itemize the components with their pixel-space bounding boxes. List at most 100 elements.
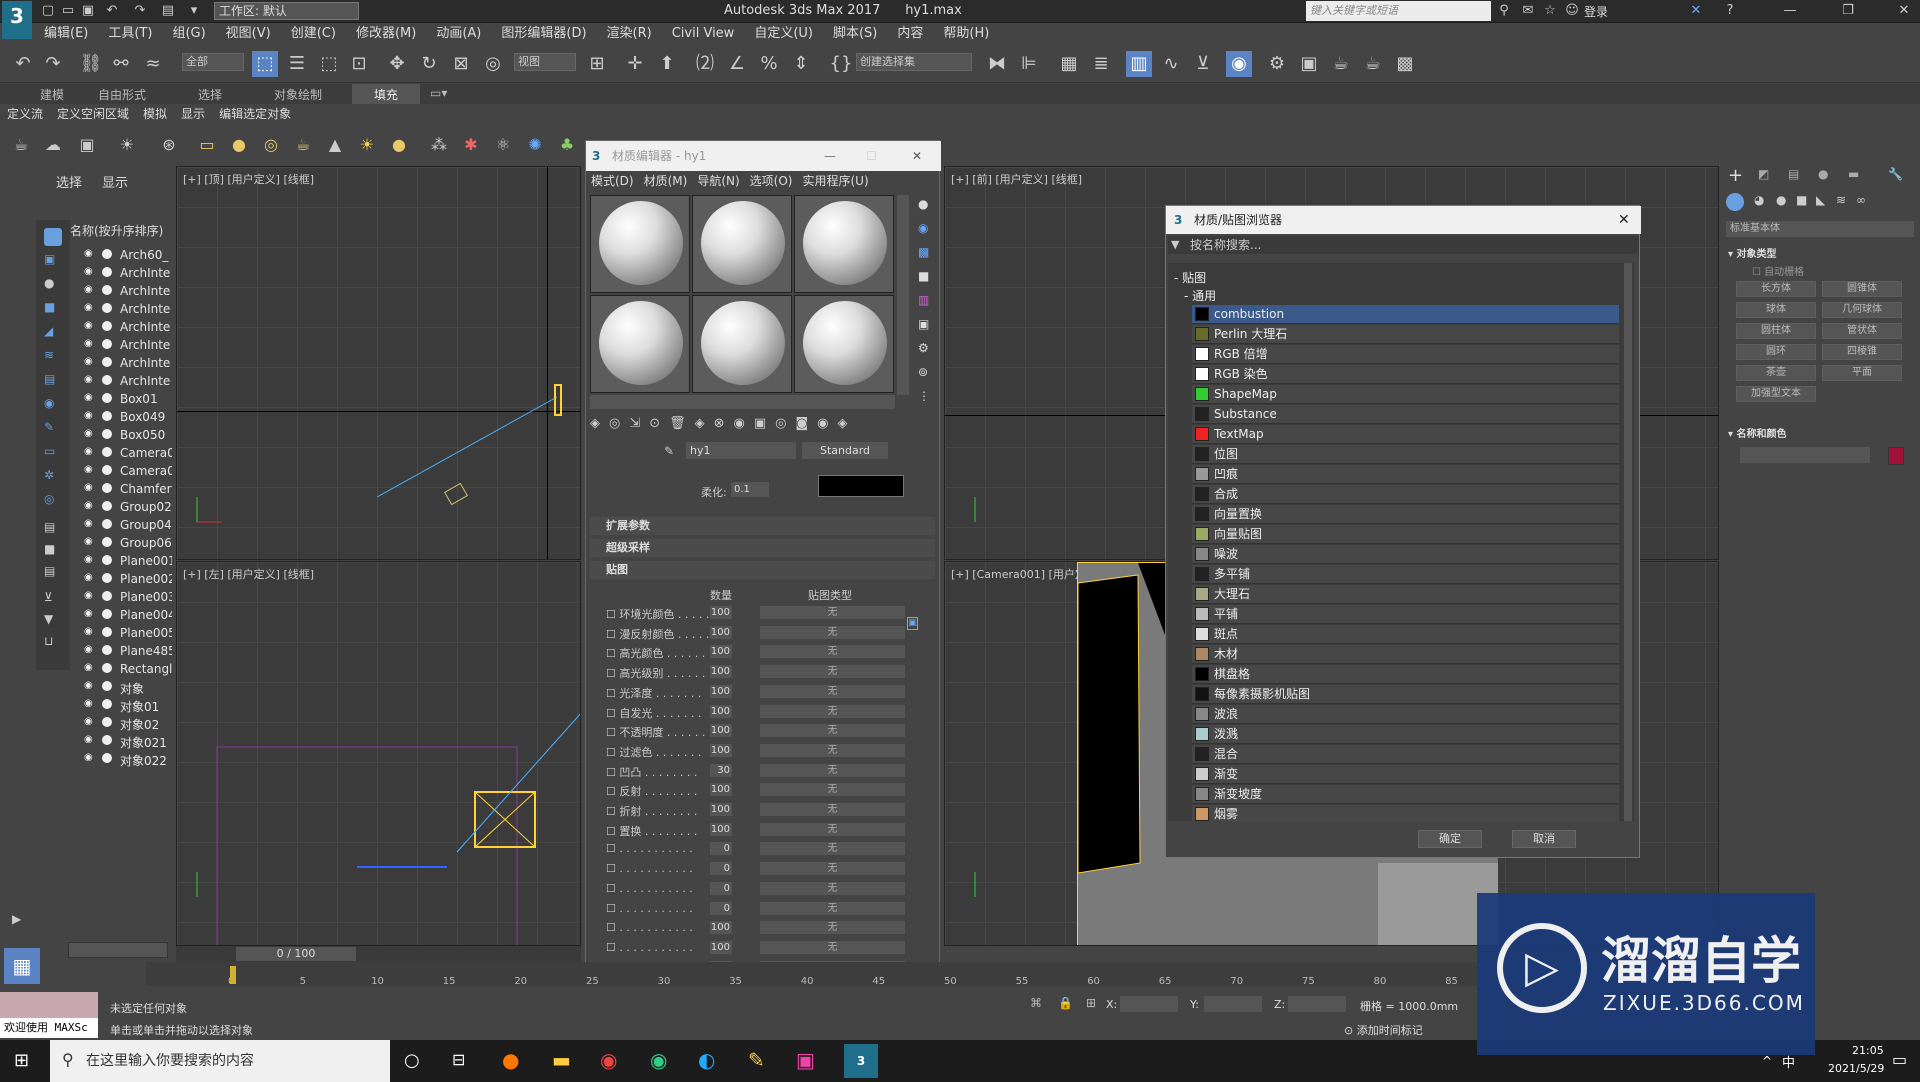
visibility-eye-icon[interactable]: ◉ [84, 249, 98, 259]
ref-coord-select[interactable]: 视图 [514, 53, 576, 71]
render-toggle-icon[interactable] [102, 681, 112, 691]
visibility-eye-icon[interactable]: ◉ [84, 303, 98, 313]
map-slot-button[interactable]: 无 [760, 743, 905, 757]
map-amount-spinner[interactable]: 0 [710, 862, 732, 876]
ribbon-define-flows[interactable]: 定义流 [0, 104, 50, 124]
browser-search-input[interactable]: 按名称搜索... [1168, 236, 1639, 254]
map-amount-spinner[interactable]: 0 [710, 901, 732, 915]
project-icon[interactable]: ▤ [160, 3, 176, 19]
x-field[interactable] [1120, 996, 1178, 1012]
map-slot-button[interactable]: 无 [760, 625, 905, 639]
map-slot-button[interactable]: 无 [760, 684, 905, 698]
map-type-item[interactable]: 波浪 [1192, 705, 1619, 724]
render-toggle-icon[interactable] [102, 663, 112, 673]
scene-list-header[interactable]: 名称(按升序排序) [52, 222, 172, 240]
map-checkbox[interactable]: ☐ [606, 825, 616, 838]
ribbon-simulate[interactable]: 模拟 [136, 104, 174, 124]
help-icon[interactable]: ? [1722, 3, 1738, 19]
map-type-item[interactable]: 噪波 [1192, 545, 1619, 564]
map-amount-spinner[interactable]: 100 [710, 724, 732, 738]
map-checkbox[interactable]: ☐ [606, 882, 616, 895]
render-toggle-icon[interactable] [102, 735, 112, 745]
helper-icon[interactable]: ⊛ [156, 132, 182, 158]
video-color-icon[interactable]: ▥ [918, 293, 929, 307]
map-amount-spinner[interactable]: 100 [710, 625, 732, 639]
close-icon[interactable]: ✕ [912, 141, 922, 171]
viewport-top[interactable]: [+] [顶] [用户定义] [线框] [176, 166, 581, 560]
scene-list-item[interactable]: ◉ Box049 [52, 408, 172, 426]
menu-help[interactable]: 帮助(H) [933, 23, 999, 44]
map-type-item[interactable]: 渐变 [1192, 765, 1619, 784]
map-type-item[interactable]: Perlin 大理石 [1192, 325, 1619, 344]
textplus-button[interactable]: 加强型文本 [1736, 386, 1816, 402]
map-type-item[interactable]: 位图 [1192, 445, 1619, 464]
scene-hscroll[interactable] [68, 942, 168, 958]
viewport-left[interactable]: [+] [左] [用户定义] [线框] [176, 561, 581, 946]
map-type-item[interactable]: 烟雾 [1192, 805, 1619, 821]
user-icon[interactable]: ☺ [1564, 3, 1580, 19]
edge-icon[interactable]: ◐ [698, 1048, 715, 1072]
sample-slot-4[interactable] [590, 295, 690, 393]
cylinder-button[interactable]: 圆柱体 [1736, 323, 1816, 339]
rect-select-icon[interactable]: ⬚ [316, 51, 342, 77]
cone-button[interactable]: 圆锥体 [1822, 281, 1902, 297]
rollout-extended-params[interactable]: 扩展参数 [590, 517, 935, 535]
material-toolbar[interactable]: ◈◎⇲⊙🗑◈⊗◉▣◎◙◉◈ [590, 416, 910, 436]
map-checkbox[interactable]: ☐ [606, 862, 616, 875]
map-type-item[interactable]: 平铺 [1192, 605, 1619, 624]
render-toggle-icon[interactable] [102, 519, 112, 529]
map-type-item[interactable]: 木材 [1192, 645, 1619, 664]
isolate-icon[interactable]: ⌘ [1030, 996, 1042, 1010]
dropdown-icon[interactable]: ▾ [186, 3, 202, 19]
scene-list-item[interactable]: ◉ Group02 [52, 498, 172, 516]
motion-tab-icon[interactable]: ● [1818, 167, 1828, 181]
tab-object-paint[interactable]: 对象绘制 [274, 86, 322, 103]
exchange-icon[interactable]: ✕ [1688, 3, 1704, 19]
map-slot-button[interactable]: 无 [760, 783, 905, 797]
backlight-icon[interactable]: ◉ [918, 221, 928, 235]
eyedropper-icon[interactable]: ✎ [664, 444, 674, 458]
options-icon[interactable]: ⚙ [918, 341, 929, 355]
scene-list-item[interactable]: ◉ Arch60_ [52, 246, 172, 264]
map-amount-spinner[interactable]: 0 [710, 881, 732, 895]
cortana-icon[interactable]: ○ [404, 1050, 420, 1071]
map-checkbox[interactable]: ☐ [606, 667, 616, 680]
material-name-field[interactable]: hy1 [686, 442, 796, 459]
menu-views[interactable]: 视图(V) [216, 23, 281, 44]
map-amount-spinner[interactable]: 100 [710, 684, 732, 698]
render-toggle-icon[interactable] [102, 375, 112, 385]
scene-list-item[interactable]: ◉ ArchInte [52, 300, 172, 318]
help-search-input[interactable]: 键入关键字或短语 [1306, 1, 1491, 21]
render-toggle-icon[interactable] [102, 465, 112, 475]
maximize-icon[interactable]: ☐ [866, 141, 877, 171]
map-type-item[interactable]: Substance [1192, 405, 1619, 424]
map-type-item[interactable]: 向量贴图 [1192, 525, 1619, 544]
edit-named-sel-icon[interactable]: {} [828, 51, 854, 77]
visibility-eye-icon[interactable]: ◉ [84, 717, 98, 727]
scene-list-item[interactable]: ◉ Plane485 [52, 642, 172, 660]
menu-navigation[interactable]: 导航(N) [692, 171, 744, 191]
render-toggle-icon[interactable] [102, 699, 112, 709]
notepad-icon[interactable]: ✎ [748, 1048, 765, 1072]
visibility-eye-icon[interactable]: ◉ [84, 735, 98, 745]
render-toggle-icon[interactable] [102, 249, 112, 259]
map-checkbox[interactable]: ☐ [606, 785, 616, 798]
sample-slot-6[interactable] [794, 295, 894, 393]
sample-type-icon[interactable]: ● [918, 197, 928, 211]
rollout-maps[interactable]: 贴图 [590, 561, 935, 579]
map-checkbox[interactable]: ☐ [606, 608, 616, 621]
render-toggle-icon[interactable] [102, 267, 112, 277]
redo-icon[interactable]: ↷ [40, 51, 66, 77]
ribbon-toggle-icon[interactable]: ▥ [1126, 51, 1152, 77]
map-checkbox[interactable]: ☐ [606, 766, 616, 779]
map-type-item[interactable]: 泼溅 [1192, 725, 1619, 744]
manipulate-icon[interactable]: ✛ [622, 51, 648, 77]
select-by-material-icon[interactable]: ⊚ [918, 365, 928, 379]
tab-freeform[interactable]: 自由形式 [98, 86, 146, 103]
visibility-eye-icon[interactable]: ◉ [84, 429, 98, 439]
visibility-eye-icon[interactable]: ◉ [84, 681, 98, 691]
scene-list-item[interactable]: ◉ Box01 [52, 390, 172, 408]
select-by-name-icon[interactable]: ☰ [284, 51, 310, 77]
soften-spinner[interactable]: 0.1 [731, 482, 769, 497]
object-type-section[interactable]: ▾ 对象类型 [1728, 245, 1777, 260]
